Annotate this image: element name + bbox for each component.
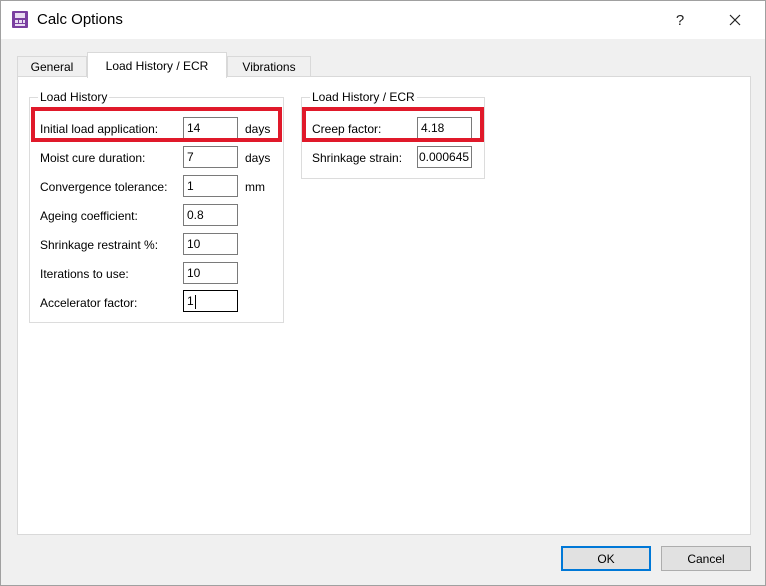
- creep-factor-input[interactable]: 4.18: [417, 117, 472, 139]
- moist-cure-label: Moist cure duration:: [40, 151, 146, 165]
- cancel-button[interactable]: Cancel: [661, 546, 751, 571]
- initial-load-unit: days: [245, 122, 271, 136]
- shrinkage-strain-label: Shrinkage strain:: [312, 151, 403, 165]
- help-icon: ?: [675, 11, 685, 29]
- help-button[interactable]: ?: [665, 1, 695, 39]
- app-icon: [12, 11, 28, 28]
- tab-vibrations[interactable]: Vibrations: [227, 56, 311, 77]
- initial-load-input[interactable]: 14: [183, 117, 238, 139]
- accelerator-factor-label: Accelerator factor:: [40, 296, 138, 310]
- load-history-legend: Load History: [38, 90, 110, 104]
- shrinkage-strain-input[interactable]: 0.000645: [417, 146, 472, 168]
- ok-button[interactable]: OK: [561, 546, 651, 571]
- convergence-tolerance-input[interactable]: 1: [183, 175, 238, 197]
- ageing-coefficient-label: Ageing coefficient:: [40, 209, 138, 223]
- creep-factor-label: Creep factor:: [312, 122, 382, 136]
- iterations-input[interactable]: 10: [183, 262, 238, 284]
- shrinkage-restraint-label: Shrinkage restraint %:: [40, 238, 159, 252]
- accelerator-factor-input[interactable]: 1: [183, 290, 238, 312]
- iterations-label: Iterations to use:: [40, 267, 129, 281]
- calc-options-dialog: Calc Options ? General Load History / EC…: [0, 0, 766, 586]
- accelerator-factor-value: 1: [187, 294, 194, 308]
- moist-cure-unit: days: [245, 151, 271, 165]
- close-icon: [729, 14, 741, 26]
- window-title: Calc Options: [37, 11, 123, 28]
- text-caret: [194, 294, 196, 309]
- shrinkage-restraint-input[interactable]: 10: [183, 233, 238, 255]
- ecr-legend: Load History / ECR: [310, 90, 417, 104]
- convergence-tolerance-label: Convergence tolerance:: [40, 180, 168, 194]
- tab-load-history-ecr[interactable]: Load History / ECR: [87, 52, 227, 78]
- close-button[interactable]: [711, 1, 759, 39]
- tab-load-history-ecr-label: Load History / ECR: [105, 58, 209, 73]
- title-bar: Calc Options ?: [1, 1, 765, 39]
- initial-load-label: Initial load application:: [40, 122, 159, 136]
- tab-general-label: General: [30, 60, 74, 74]
- tab-panel-load-history-ecr: Load History Initial load application: 1…: [17, 76, 751, 535]
- ageing-coefficient-input[interactable]: 0.8: [183, 204, 238, 226]
- cancel-button-label: Cancel: [687, 551, 725, 566]
- tab-general[interactable]: General: [17, 56, 87, 77]
- ok-button-label: OK: [597, 551, 615, 566]
- convergence-tolerance-unit: mm: [245, 180, 265, 194]
- moist-cure-input[interactable]: 7: [183, 146, 238, 168]
- tab-vibrations-label: Vibrations: [242, 60, 296, 74]
